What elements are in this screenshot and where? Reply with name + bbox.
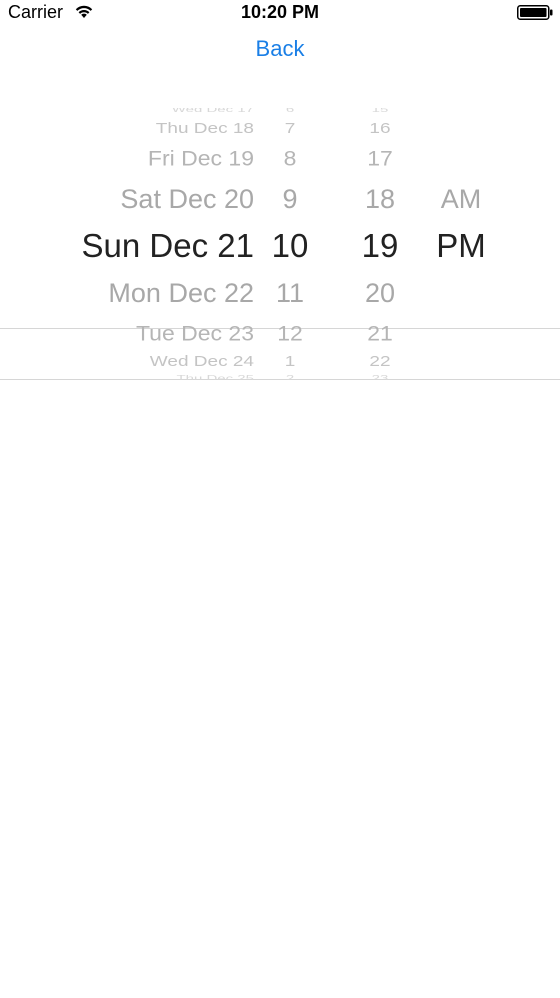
battery-icon — [517, 5, 553, 20]
minute-option[interactable]: 20 — [350, 273, 410, 313]
date-time-picker[interactable]: Wed Dec 17 Thu Dec 18 Fri Dec 19 Sat Dec 20… — [0, 108, 560, 380]
hour-option[interactable]: 9 — [260, 179, 320, 219]
minute-option[interactable]: 18 — [350, 179, 410, 219]
back-button-label: Back — [255, 36, 305, 61]
status-bar: Carrier 10:20 PM — [0, 0, 560, 26]
screen: Carrier 10:20 PM Back Wed Dec 17 Thu Dec … — [0, 0, 560, 998]
ampm-option[interactable]: AM — [426, 179, 496, 219]
hour-option-selected[interactable]: 10 — [260, 226, 320, 266]
hour-option[interactable]: 11 — [260, 273, 320, 313]
ampm-wheel[interactable]: AM PM — [426, 108, 496, 380]
date-wheel[interactable]: Wed Dec 17 Thu Dec 18 Fri Dec 19 Sat Dec 20… — [0, 108, 254, 380]
hour-wheel[interactable]: 6 7 8 9 10 11 12 1 2 — [260, 108, 320, 380]
ampm-option-selected[interactable]: PM — [426, 226, 496, 266]
date-option[interactable]: Mon Dec 22 — [108, 273, 254, 313]
minute-option-selected[interactable]: 19 — [350, 226, 410, 266]
date-option[interactable]: Fri Dec 19 — [148, 140, 254, 177]
minute-wheel[interactable]: 15 16 17 18 19 20 21 22 23 — [350, 108, 410, 380]
date-option[interactable]: Sat Dec 20 — [120, 179, 254, 219]
minute-option[interactable]: 23 — [350, 368, 410, 380]
date-option-selected[interactable]: Sun Dec 21 — [82, 226, 254, 266]
back-button[interactable]: Back — [0, 36, 560, 62]
hour-option[interactable]: 2 — [260, 368, 320, 380]
status-time: 10:20 PM — [240, 2, 320, 22]
minute-option[interactable]: 17 — [350, 140, 410, 177]
hour-option[interactable]: 8 — [260, 140, 320, 177]
date-option[interactable]: Thu Dec 25 — [176, 368, 254, 380]
